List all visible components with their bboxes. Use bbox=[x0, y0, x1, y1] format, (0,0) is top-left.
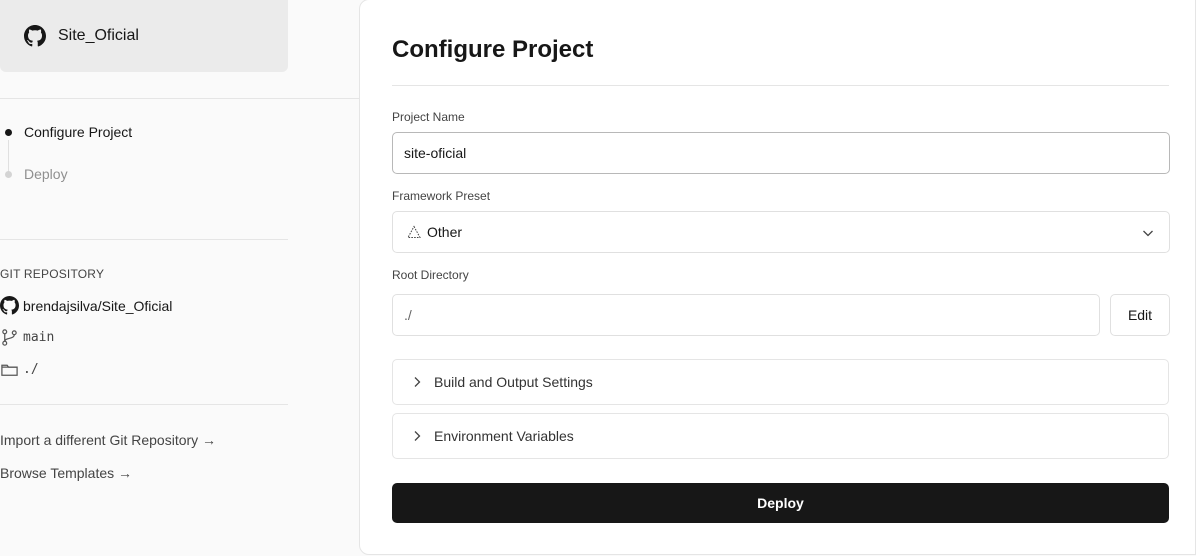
repo-card[interactable]: Site_Oficial bbox=[0, 0, 288, 72]
git-repository-heading: GIT REPOSITORY bbox=[0, 267, 105, 281]
step-label: Deploy bbox=[24, 166, 68, 182]
chevron-right-icon bbox=[414, 431, 421, 441]
chevron-down-icon bbox=[1143, 230, 1153, 237]
step-configure-project: Configure Project bbox=[0, 124, 132, 140]
framework-preset-select[interactable]: Other bbox=[392, 211, 1170, 253]
environment-variables-accordion[interactable]: Environment Variables bbox=[392, 413, 1169, 459]
git-branch: main bbox=[0, 328, 54, 347]
chevron-right-icon bbox=[414, 377, 421, 387]
accordion-label: Build and Output Settings bbox=[434, 374, 593, 390]
root-directory-label: Root Directory bbox=[392, 268, 469, 282]
build-output-settings-accordion[interactable]: Build and Output Settings bbox=[392, 359, 1169, 405]
repo-card-name: Site_Oficial bbox=[58, 27, 139, 44]
divider bbox=[392, 85, 1169, 86]
accordion-label: Environment Variables bbox=[434, 428, 574, 444]
github-icon bbox=[24, 25, 46, 47]
sidebar: Site_Oficial Configure Project Deploy GI… bbox=[0, 0, 360, 556]
import-git-repository-link[interactable]: Import a different Git Repository → bbox=[0, 432, 216, 448]
github-icon bbox=[0, 296, 19, 315]
folder-icon bbox=[1, 364, 18, 376]
git-branch-name: main bbox=[23, 330, 55, 345]
project-name-label: Project Name bbox=[392, 110, 465, 124]
step-label: Configure Project bbox=[24, 124, 133, 140]
page-title: Configure Project bbox=[392, 36, 594, 63]
project-name-input[interactable]: site-oficial bbox=[392, 132, 1170, 174]
framework-preset-label: Framework Preset bbox=[392, 189, 491, 203]
project-name-value: site-oficial bbox=[404, 145, 467, 161]
root-directory-value: ./ bbox=[404, 307, 412, 323]
divider bbox=[0, 98, 360, 99]
step-active-dot-icon bbox=[5, 128, 12, 136]
git-branch-icon bbox=[2, 329, 17, 346]
triangle-icon bbox=[407, 225, 421, 238]
step-deploy: Deploy bbox=[0, 166, 68, 182]
root-directory-input[interactable]: ./ bbox=[392, 294, 1100, 336]
git-repo-link[interactable]: brendajsilva/Site_Oficial bbox=[0, 296, 172, 315]
divider bbox=[0, 239, 288, 240]
deploy-button[interactable]: Deploy bbox=[392, 483, 1169, 523]
browse-templates-link[interactable]: Browse Templates → bbox=[0, 465, 132, 481]
git-directory-path: ./ bbox=[23, 362, 39, 377]
git-repo-name: brendajsilva/Site_Oficial bbox=[23, 297, 173, 314]
divider bbox=[0, 404, 288, 405]
framework-preset-value: Other bbox=[427, 224, 463, 240]
step-inactive-dot-icon bbox=[5, 170, 12, 178]
git-directory: ./ bbox=[0, 360, 39, 379]
configure-project-panel: Configure Project Project Name site-ofic… bbox=[359, 0, 1196, 555]
edit-root-directory-button[interactable]: Edit bbox=[1110, 294, 1170, 336]
